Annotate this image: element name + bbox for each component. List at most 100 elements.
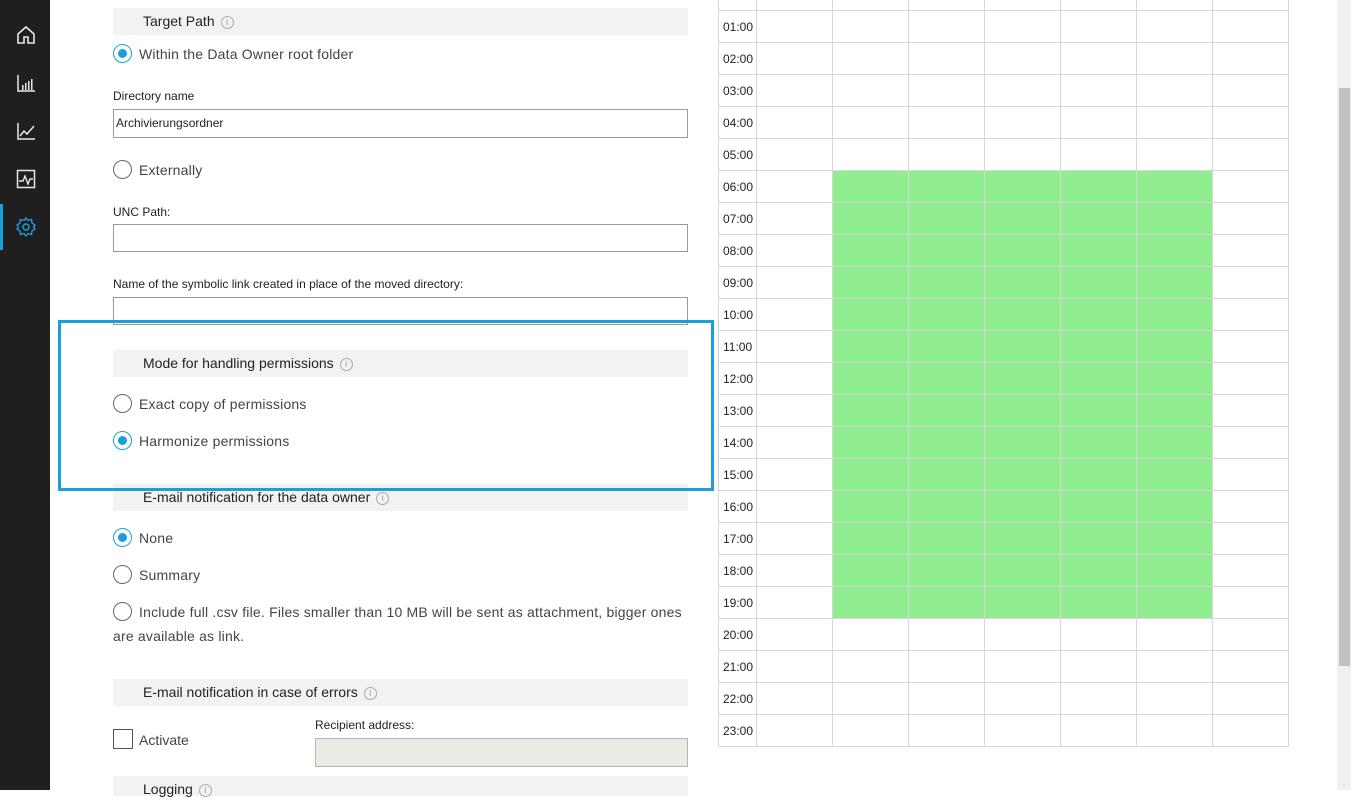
schedule-cell[interactable] xyxy=(984,106,1061,139)
schedule-cell[interactable] xyxy=(1060,234,1137,267)
info-icon[interactable]: i xyxy=(376,491,390,505)
schedule-cell[interactable] xyxy=(984,202,1061,235)
schedule-cell[interactable] xyxy=(1060,682,1137,715)
schedule-cell[interactable] xyxy=(1060,202,1137,235)
schedule-cell[interactable] xyxy=(1136,266,1213,299)
radio-button[interactable] xyxy=(113,602,132,621)
schedule-cell[interactable] xyxy=(1136,554,1213,587)
schedule-cell[interactable] xyxy=(756,298,833,331)
schedule-cell[interactable] xyxy=(1060,362,1137,395)
recipient-input[interactable] xyxy=(315,738,688,767)
activate-checkbox[interactable] xyxy=(113,729,133,749)
schedule-cell[interactable] xyxy=(1136,234,1213,267)
schedule-cell[interactable] xyxy=(1136,490,1213,523)
schedule-cell[interactable] xyxy=(1136,586,1213,619)
schedule-cell[interactable] xyxy=(908,586,985,619)
schedule-cell[interactable] xyxy=(1212,298,1289,331)
schedule-cell[interactable] xyxy=(1136,298,1213,331)
schedule-cell[interactable] xyxy=(1136,202,1213,235)
schedule-cell[interactable] xyxy=(1136,394,1213,427)
schedule-cell[interactable] xyxy=(1136,42,1213,75)
schedule-cell[interactable] xyxy=(1212,426,1289,459)
schedule-cell[interactable] xyxy=(908,234,985,267)
schedule-cell[interactable] xyxy=(984,458,1061,491)
schedule-cell[interactable] xyxy=(908,266,985,299)
schedule-cell[interactable] xyxy=(1060,170,1137,203)
schedule-cell[interactable] xyxy=(1060,106,1137,139)
schedule-cell[interactable] xyxy=(1136,170,1213,203)
summary-radio[interactable]: Summary xyxy=(113,565,200,584)
schedule-cell[interactable] xyxy=(1212,202,1289,235)
schedule-cell[interactable] xyxy=(1060,266,1137,299)
schedule-cell[interactable] xyxy=(908,394,985,427)
schedule-cell[interactable] xyxy=(1060,74,1137,107)
schedule-cell[interactable] xyxy=(832,170,909,203)
schedule-cell[interactable] xyxy=(1212,650,1289,683)
schedule-cell[interactable] xyxy=(1136,650,1213,683)
harmonize-radio[interactable]: Harmonize permissions xyxy=(113,431,289,450)
schedule-cell[interactable] xyxy=(832,490,909,523)
schedule-cell[interactable] xyxy=(1060,490,1137,523)
schedule-cell[interactable] xyxy=(756,138,833,171)
schedule-cell[interactable] xyxy=(1136,362,1213,395)
schedule-cell[interactable] xyxy=(1212,490,1289,523)
schedule-cell[interactable] xyxy=(984,490,1061,523)
schedule-cell[interactable] xyxy=(1060,714,1137,747)
schedule-cell[interactable] xyxy=(832,426,909,459)
schedule-cell[interactable] xyxy=(756,234,833,267)
schedule-cell[interactable] xyxy=(756,586,833,619)
schedule-cell[interactable] xyxy=(984,234,1061,267)
schedule-cell[interactable] xyxy=(908,170,985,203)
schedule-cell[interactable] xyxy=(1212,10,1289,43)
schedule-cell[interactable] xyxy=(832,522,909,555)
schedule-cell[interactable] xyxy=(984,362,1061,395)
schedule-cell[interactable] xyxy=(984,714,1061,747)
schedule-cell[interactable] xyxy=(908,618,985,651)
schedule-cell[interactable] xyxy=(1136,74,1213,107)
schedule-cell[interactable] xyxy=(1212,234,1289,267)
schedule-cell[interactable] xyxy=(1212,362,1289,395)
schedule-cell[interactable] xyxy=(832,330,909,363)
radio-button[interactable] xyxy=(113,528,132,547)
schedule-cell[interactable] xyxy=(1212,522,1289,555)
schedule-cell[interactable] xyxy=(756,618,833,651)
schedule-cell[interactable] xyxy=(1136,106,1213,139)
symlink-input[interactable] xyxy=(113,297,688,325)
schedule-cell[interactable] xyxy=(908,650,985,683)
schedule-cell[interactable] xyxy=(984,650,1061,683)
schedule-cell[interactable] xyxy=(1136,714,1213,747)
none-radio[interactable]: None xyxy=(113,528,173,547)
schedule-cell[interactable] xyxy=(832,394,909,427)
schedule-cell[interactable] xyxy=(756,394,833,427)
radio-button[interactable] xyxy=(113,431,132,450)
schedule-cell[interactable] xyxy=(1136,426,1213,459)
schedule-cell[interactable] xyxy=(1136,618,1213,651)
bar-chart-icon[interactable] xyxy=(14,71,38,95)
schedule-cell[interactable] xyxy=(908,106,985,139)
schedule-cell[interactable] xyxy=(908,458,985,491)
schedule-cell[interactable] xyxy=(832,74,909,107)
schedule-cell[interactable] xyxy=(1060,458,1137,491)
schedule-cell[interactable] xyxy=(1212,714,1289,747)
schedule-cell[interactable] xyxy=(756,362,833,395)
schedule-cell[interactable] xyxy=(832,138,909,171)
schedule-cell[interactable] xyxy=(1212,586,1289,619)
schedule-cell[interactable] xyxy=(984,394,1061,427)
directory-name-input[interactable]: Archivierungsordner xyxy=(113,109,688,138)
schedule-cell[interactable] xyxy=(984,554,1061,587)
schedule-cell[interactable] xyxy=(756,202,833,235)
schedule-cell[interactable] xyxy=(908,522,985,555)
schedule-cell[interactable] xyxy=(1060,522,1137,555)
schedule-cell[interactable] xyxy=(1212,394,1289,427)
schedule-cell[interactable] xyxy=(1060,618,1137,651)
schedule-cell[interactable] xyxy=(756,554,833,587)
schedule-cell[interactable] xyxy=(756,0,833,11)
schedule-cell[interactable] xyxy=(1136,0,1213,11)
schedule-cell[interactable] xyxy=(1212,330,1289,363)
schedule-cell[interactable] xyxy=(1060,586,1137,619)
schedule-cell[interactable] xyxy=(908,138,985,171)
schedule-cell[interactable] xyxy=(832,202,909,235)
schedule-cell[interactable] xyxy=(832,458,909,491)
schedule-cell[interactable] xyxy=(1212,170,1289,203)
within-root-radio[interactable]: Within the Data Owner root folder xyxy=(113,44,353,63)
